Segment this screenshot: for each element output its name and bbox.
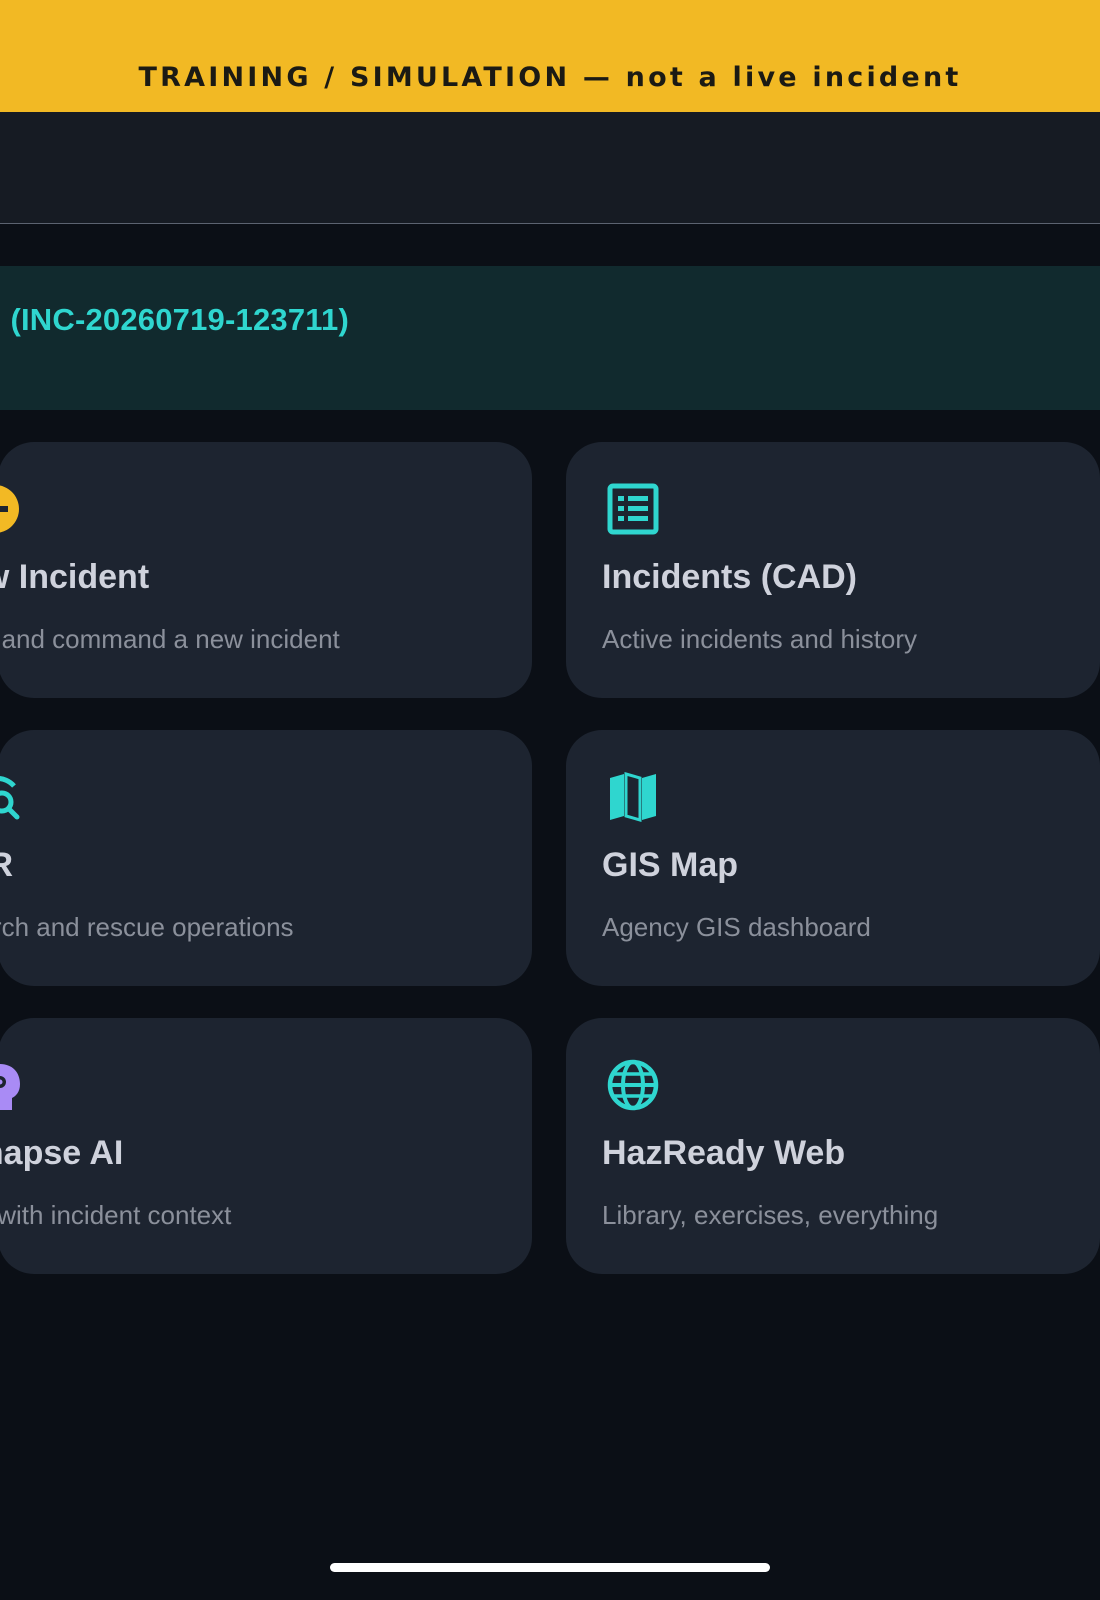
active-incident-bar[interactable] [0,266,1100,410]
card-subtitle: sk with incident context [0,1200,232,1230]
hazready-web-card[interactable]: HazReady Web Library, exercises, everyth… [566,1018,1100,1274]
card-title: AR [0,846,14,884]
card-title: ew Incident [0,558,150,596]
sar-card[interactable]: AR earch and rescue operations [0,730,532,986]
plus-circle-icon [0,482,22,536]
card-subtitle: Library, exercises, everything [602,1200,939,1230]
gis-map-card[interactable]: GIS Map Agency GIS dashboard [566,730,1100,986]
card-subtitle: Active incidents and history [602,624,918,654]
app-bar [0,112,1100,224]
new-incident-card[interactable]: ew Incident art and command a new incide… [0,442,532,698]
search-icon [0,770,22,824]
card-title: Incidents (CAD) [602,558,857,596]
card-title: GIS Map [602,846,739,884]
training-banner: TRAINING / SIMULATION — not a live incid… [0,0,1100,112]
training-banner-text: TRAINING / SIMULATION — not a live incid… [138,62,962,93]
list-icon [606,482,660,536]
ai-brain-icon [0,1058,22,1112]
card-title: HazReady Web [602,1134,846,1172]
active-incident-label: ll (INC-20260719-123711) [0,302,349,337]
globe-icon [606,1058,660,1112]
synapse-ai-card[interactable]: ynapse AI sk with incident context [0,1018,532,1274]
card-subtitle: earch and rescue operations [0,912,294,942]
home-indicator[interactable] [330,1563,770,1572]
card-subtitle: Agency GIS dashboard [602,912,871,942]
incidents-cad-card[interactable]: Incidents (CAD) Active incidents and his… [566,442,1100,698]
map-icon [606,770,660,824]
card-title: ynapse AI [0,1134,124,1172]
card-subtitle: art and command a new incident [0,624,340,654]
